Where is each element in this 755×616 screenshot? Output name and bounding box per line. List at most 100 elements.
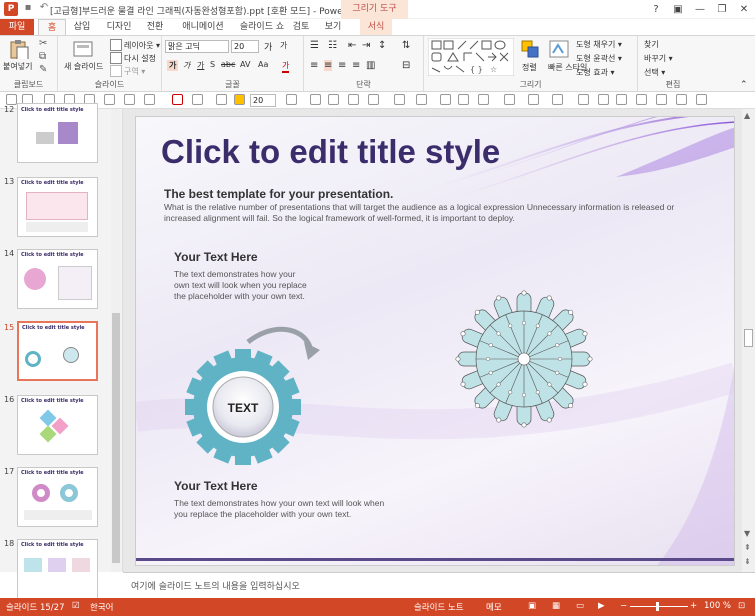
grid-icon-2[interactable] (124, 94, 135, 105)
format-painter-icon[interactable]: ✎ (39, 64, 47, 75)
fit-slide-icon[interactable]: ⊡ (738, 601, 745, 611)
scroll-up-icon[interactable]: ▲ (744, 111, 750, 120)
slide-thumbnail-12[interactable]: Click to edit title style (17, 103, 98, 163)
block2-text[interactable]: The text demonstrates how your own text … (174, 498, 414, 520)
selection-handle[interactable] (582, 381, 588, 387)
dash-icon[interactable] (504, 94, 515, 105)
shrink-icon[interactable] (328, 94, 339, 105)
slide-thumbnail-14[interactable]: Click to edit title style (17, 249, 98, 309)
slideshow-icon[interactable]: ▶ (598, 601, 605, 611)
grow-font-icon[interactable]: 가 (264, 40, 272, 53)
shrink-font-icon[interactable]: 가 (280, 40, 287, 51)
cut-icon[interactable]: ✂ (39, 38, 47, 49)
save-icon-2[interactable] (6, 94, 17, 105)
slide-thumbnail-13[interactable]: Click to edit title style (17, 177, 98, 237)
selection-handle[interactable] (521, 392, 527, 398)
ribbon-display-button[interactable]: ▣ (667, 0, 689, 19)
slide-title[interactable]: Click to edit title style (161, 133, 500, 171)
slide-thumbnail-18[interactable]: Click to edit title style (17, 539, 98, 599)
selection-handle[interactable] (582, 331, 588, 337)
selection-handle[interactable] (496, 382, 501, 387)
replace-button[interactable]: 바꾸기 ▾ (644, 53, 673, 64)
tab-animations[interactable]: 애니메이션 (175, 19, 231, 35)
zoom-in-icon[interactable]: + (690, 601, 697, 611)
notes-toggle[interactable]: 슬라이드 노트 (414, 601, 464, 613)
reading-view-icon[interactable]: ▭ (576, 601, 584, 611)
color-icon[interactable] (234, 94, 245, 105)
shadow-button[interactable]: S (210, 60, 215, 69)
grow-icon[interactable] (310, 94, 321, 105)
selection-handle[interactable] (455, 356, 461, 362)
reset-button[interactable]: 다시 설정 (124, 53, 156, 64)
fill-color-icon[interactable] (552, 94, 563, 105)
shapes-gallery[interactable]: { } ☆ (428, 38, 514, 76)
selection-handle[interactable] (521, 290, 527, 296)
selection-handle[interactable] (535, 390, 540, 395)
tab-review[interactable]: 검토 (288, 19, 314, 35)
oval-icon[interactable] (636, 94, 647, 105)
paste-icon[interactable] (8, 39, 30, 59)
undo-icon[interactable]: ↶ (38, 2, 50, 14)
callout-icon[interactable] (598, 94, 609, 105)
bold-button[interactable]: 가 (167, 60, 179, 71)
selection-handle[interactable] (496, 295, 502, 301)
slide-thumbnail-16[interactable]: Click to edit title style (17, 395, 98, 455)
italic-button[interactable]: 가 (183, 60, 190, 71)
selection-handle[interactable] (547, 382, 552, 387)
selection-handle[interactable] (508, 323, 513, 328)
selection-handle[interactable] (460, 331, 466, 337)
line-spacing-icon[interactable]: ↕ (378, 40, 386, 51)
align-right-icon[interactable]: ≡ (338, 60, 346, 71)
quick-styles-icon[interactable] (548, 39, 570, 59)
selection-handle[interactable] (568, 309, 574, 315)
tab-view[interactable]: 보기 (320, 19, 346, 35)
text-direction-icon[interactable]: ⇅ (402, 40, 410, 51)
font-name-box[interactable]: 맑은 고딕 (165, 40, 229, 53)
paste-button[interactable]: 붙여넣기 (3, 61, 32, 72)
selected-flower-shape[interactable] (454, 289, 594, 429)
selection-handle[interactable] (587, 356, 593, 362)
spellcheck-icon[interactable]: ☑ (72, 601, 80, 611)
scroll-down-icon[interactable]: ▼ (744, 529, 750, 538)
selection-handle[interactable] (555, 370, 560, 375)
more-icon[interactable] (696, 94, 707, 105)
tab-transitions[interactable]: 전환 (141, 19, 169, 35)
next-slide-icon[interactable]: ⇟ (744, 557, 751, 566)
selection-handle[interactable] (508, 390, 513, 395)
shape-fill-button[interactable]: 도형 채우기 ▾ (576, 39, 622, 50)
line-weight-icon[interactable] (478, 94, 489, 105)
save-icon[interactable]: ▪ (22, 2, 34, 14)
help-button[interactable]: ? (645, 0, 667, 19)
tab-format[interactable]: 서식 (360, 19, 392, 35)
justify-icon[interactable]: ≡ (352, 60, 360, 71)
block1-text[interactable]: The text demonstrates how your own text … (174, 269, 324, 302)
restore-button[interactable]: ❐ (711, 0, 733, 19)
notes-pane[interactable]: 여기에 슬라이드 노트의 내용을 입력하십시오 (123, 572, 755, 597)
selection-handle[interactable] (496, 331, 501, 336)
arrange-button[interactable]: 정렬 (522, 62, 537, 73)
select-button[interactable]: 선택 ▾ (644, 67, 665, 78)
increase-indent-icon[interactable]: ⇥ (362, 40, 370, 51)
eyedropper-icon[interactable] (458, 94, 469, 105)
selection-handle[interactable] (547, 331, 552, 336)
tab-insert[interactable]: 삽입 (68, 19, 96, 35)
selection-handle[interactable] (474, 403, 480, 409)
font-size-box[interactable]: 20 (231, 40, 259, 53)
delete-icon[interactable] (172, 94, 183, 105)
zoom-slider[interactable] (630, 606, 688, 607)
char-spacing-button[interactable]: AV (240, 60, 250, 69)
slide-thumbnail-17[interactable]: Click to edit title style (17, 467, 98, 527)
numbering-icon[interactable]: ☷ (328, 40, 337, 51)
layout-button[interactable]: 레이아웃 ▾ (124, 40, 160, 51)
slide-subtitle[interactable]: The best template for your presentation. (164, 187, 393, 201)
minimize-button[interactable]: — (689, 0, 711, 19)
selection-handle[interactable] (555, 343, 560, 348)
slide-thumbnail-15[interactable]: Click to edit title style (17, 321, 98, 381)
collapse-ribbon-icon[interactable]: ⌃ (740, 80, 748, 90)
textbox-icon[interactable] (394, 94, 405, 105)
right-arrow-icon[interactable] (676, 94, 687, 105)
prev-slide-icon[interactable]: ⇞ (744, 543, 751, 552)
arrow-icon[interactable] (368, 94, 379, 105)
slide-sorter-icon[interactable]: ▦ (552, 601, 560, 611)
selection-handle[interactable] (460, 381, 466, 387)
